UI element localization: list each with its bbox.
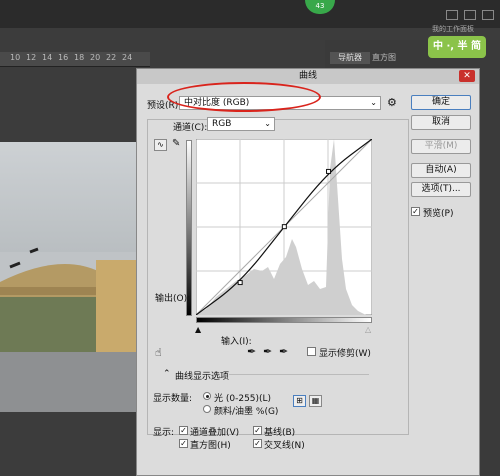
intersection-label: 交叉线(N) <box>264 441 305 451</box>
channel-overlay-checkbox[interactable]: ✓ <box>179 426 188 435</box>
amount-pigment-label: 颜料/油墨 %(G) <box>214 407 279 417</box>
photo-ground <box>0 352 136 412</box>
amount-pigment-radio[interactable] <box>203 405 211 413</box>
minimize-icon[interactable] <box>446 10 458 20</box>
show-label: 显示: <box>153 428 175 438</box>
close-window-icon[interactable] <box>482 10 494 20</box>
channel-overlay-label: 通道叠加(V) <box>190 428 240 438</box>
curve-control-point[interactable] <box>237 280 243 286</box>
cancel-button[interactable]: 取消 <box>411 115 471 130</box>
ok-button[interactable]: 确定 <box>411 95 471 110</box>
target-adjust-icon[interactable]: ☝ <box>155 346 162 359</box>
channel-select[interactable]: RGB ⌄ <box>207 117 275 131</box>
intersection-checkbox[interactable]: ✓ <box>253 439 262 448</box>
gray-eyedropper-icon[interactable]: ✒ <box>263 345 272 358</box>
white-eyedropper-icon[interactable]: ✒ <box>279 345 288 358</box>
options-button[interactable]: 选项(T)... <box>411 182 471 197</box>
workspace-label[interactable]: 我的工作面板 <box>432 24 488 34</box>
output-gradient-bar <box>186 140 192 316</box>
baseline-label: 基线(B) <box>264 428 296 438</box>
dialog-title: 曲线 <box>137 69 479 84</box>
amount-light-label: 光 (0-255)(L) <box>214 394 272 404</box>
grid-detailed-icon[interactable]: ▦ <box>309 395 322 407</box>
amount-light-radio[interactable] <box>203 392 211 400</box>
white-point-slider[interactable]: △ <box>365 325 371 334</box>
chevron-up-icon[interactable]: ⌃ <box>163 369 171 379</box>
input-gradient-bar <box>196 317 372 323</box>
pencil-icon[interactable]: ✎ <box>172 138 180 149</box>
smooth-button[interactable]: 平滑(M) <box>411 139 471 154</box>
output-label: 输出(O): <box>155 294 191 304</box>
preset-options-icon[interactable]: ⚙ <box>387 96 397 109</box>
baseline-checkbox[interactable]: ✓ <box>253 426 262 435</box>
horizontal-ruler: 10 12 14 16 18 20 22 24 <box>0 52 150 67</box>
channel-value: RGB <box>212 119 232 129</box>
show-clipping-checkbox[interactable] <box>307 347 316 356</box>
curve-control-point[interactable] <box>326 168 332 174</box>
preview-label: 预览(P) <box>423 209 454 219</box>
auto-button[interactable]: 自动(A) <box>411 163 471 178</box>
show-clipping-label: 显示修剪(W) <box>319 349 371 359</box>
tab-navigator[interactable]: 导航器 <box>330 52 370 64</box>
chevron-down-icon: ⌄ <box>264 119 271 128</box>
tab-histogram[interactable]: 直方图 <box>372 52 412 64</box>
photoshop-topbar <box>0 0 500 28</box>
curve-control-point[interactable] <box>281 224 287 230</box>
histogram-label: 直方图(H) <box>190 441 231 451</box>
display-options-label: 曲线显示选项 <box>175 372 230 382</box>
curves-dialog: 曲线 ✕ 预设(R): 中对比度 (RGB) ⌄ ⚙ 确定 取消 平滑(M) 自动… <box>136 68 480 476</box>
chevron-down-icon: ⌄ <box>370 98 377 107</box>
restore-icon[interactable] <box>464 10 476 20</box>
divider <box>229 374 369 375</box>
histogram-checkbox[interactable]: ✓ <box>179 439 188 448</box>
channel-label: 通道(C): <box>173 123 208 133</box>
black-eyedropper-icon[interactable]: ✒ <box>247 345 256 358</box>
black-point-slider[interactable]: ▲ <box>195 325 201 334</box>
preview-checkbox[interactable]: ✓ <box>411 207 420 216</box>
document-canvas[interactable] <box>0 142 136 412</box>
photo-gate <box>0 247 136 362</box>
grid-simple-icon[interactable]: ⊞ <box>293 395 306 407</box>
curve-edit-icon[interactable]: ∿ <box>154 139 167 151</box>
annotation-oval <box>167 82 321 112</box>
show-amount-label: 显示数量: <box>153 394 193 404</box>
photo-sky <box>0 142 136 252</box>
input-method-badge[interactable]: 中 ·, 半 简 <box>428 36 486 58</box>
close-icon[interactable]: ✕ <box>459 70 475 82</box>
curve-graph[interactable] <box>196 139 372 315</box>
